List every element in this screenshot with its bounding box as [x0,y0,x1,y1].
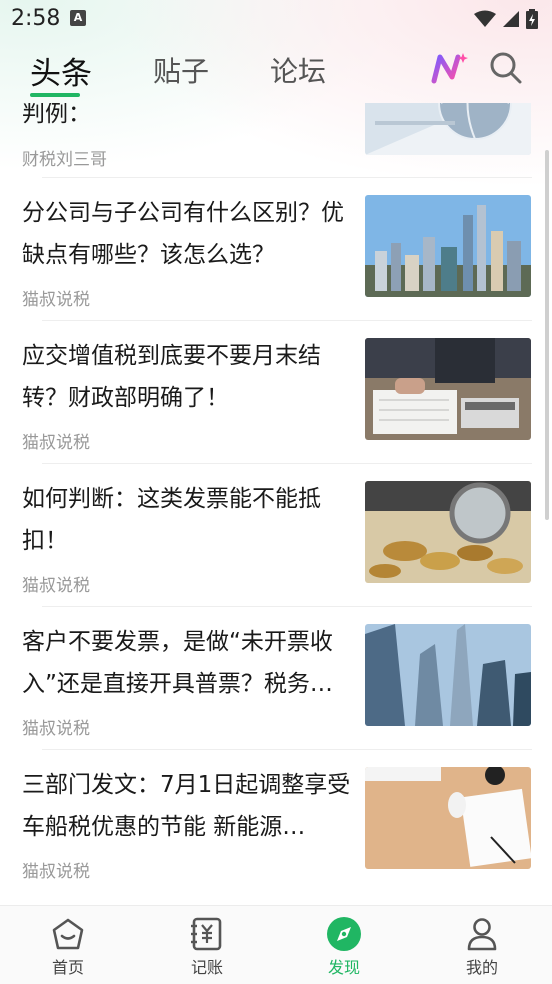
article-title: 如何判断：这类发票能不能抵扣！ [22,486,321,554]
tab-forum[interactable]: 论坛 [270,50,326,90]
article-thumbnail [365,481,531,583]
tab-headlines[interactable]: 头条 [30,48,92,93]
article-source: 猫叔说税 [22,862,90,882]
news-feed[interactable]: 判例： 财税刘三哥 分公司与子公司有什么区别？优缺点有哪些？该怎么选？ 猫叔说税 [0,103,552,903]
compass-icon [327,917,361,951]
list-item[interactable]: 判例： 财税刘三哥 [0,103,552,175]
article-thumbnail [365,624,531,726]
list-item[interactable]: 如何判断：这类发票能不能抵扣！ 猫叔说税 [0,464,552,606]
nav-label: 首页 [51,958,84,977]
article-title: 分公司与子公司有什么区别？优缺点有哪些？该怎么选？ [22,200,344,268]
article-thumbnail [365,338,531,440]
list-item[interactable]: 分公司与子公司有什么区别？优缺点有哪些？该怎么选？ 猫叔说税 [0,178,552,320]
article-title: 客户不要发票，是做“未开票收入”还是直接开具普票？税务… [22,629,333,697]
article-thumbnail [365,195,531,297]
search-icon[interactable] [489,51,523,85]
ledger-yen-icon [191,917,222,951]
status-icons [474,9,538,29]
home-icon [52,918,84,950]
notification-icon: A [70,10,86,26]
nav-label: 记账 [190,958,223,977]
nav-ledger[interactable]: 记账 [157,906,257,984]
battery-icon [526,9,538,29]
article-thumbnail [365,767,531,869]
status-bar: 2:58 A [0,0,552,40]
profile-icon [467,918,497,951]
nav-profile[interactable]: 我的 [432,906,532,984]
wifi-icon [474,10,496,27]
status-time: 2:58 [11,6,61,31]
nav-discover[interactable]: 发现 [294,906,394,984]
tab-posts[interactable]: 贴子 [153,50,209,90]
ai-sparkle-icon[interactable] [430,51,470,85]
bottom-navigation: 首页 记账 发现 我的 [0,905,552,984]
article-source: 猫叔说税 [22,290,90,310]
nav-home[interactable]: 首页 [18,906,118,984]
article-source: 猫叔说税 [22,433,90,453]
list-item[interactable]: 应交增值税到底要不要月末结转？财政部明确了！ 猫叔说税 [0,321,552,463]
article-source: 猫叔说税 [22,719,90,739]
article-thumbnail [365,103,531,155]
nav-label: 发现 [327,958,360,977]
article-title: 三部门发文：7月1日起调整享受车船税优惠的节能 新能源… [22,772,351,840]
list-item[interactable]: 三部门发文：7月1日起调整享受车船税优惠的节能 新能源… 猫叔说税 [0,750,552,892]
scrollbar[interactable] [545,150,549,520]
active-tab-indicator [30,93,80,97]
article-source: 猫叔说税 [22,576,90,596]
article-title: 应交增值税到底要不要月末结转？财政部明确了！ [22,343,321,411]
signal-icon [503,11,519,27]
article-title: 判例： [22,103,91,127]
article-source: 财税刘三哥 [22,150,107,170]
nav-label: 我的 [465,958,498,977]
list-item[interactable]: 客户不要发票，是做“未开票收入”还是直接开具普票？税务… 猫叔说税 [0,607,552,749]
